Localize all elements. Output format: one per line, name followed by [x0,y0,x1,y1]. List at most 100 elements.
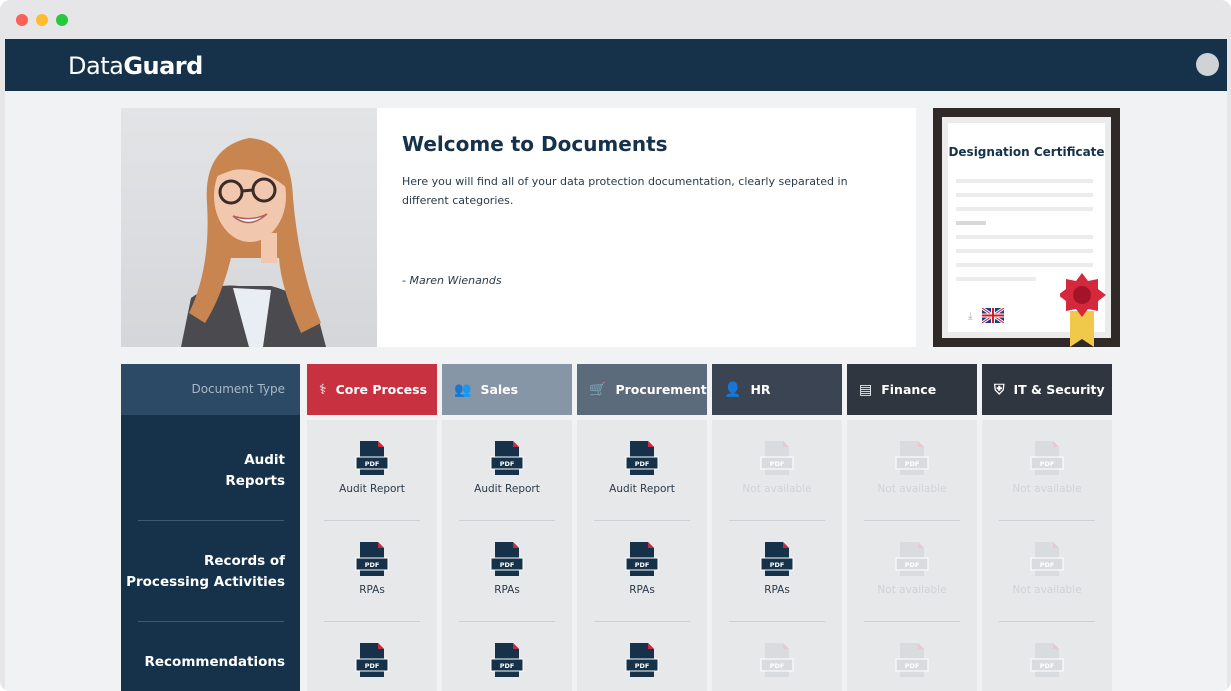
pdf-file-icon[interactable]: PDF [622,439,662,479]
seal-ribbon-icon [1060,273,1106,347]
document-cell[interactable]: PDF RPAs [307,521,437,622]
user-avatar[interactable] [1196,53,1219,76]
pdf-file-icon[interactable]: PDF [757,540,797,580]
pdf-file-icon[interactable]: PDF [352,540,392,580]
pdf-file-icon[interactable]: PDF [487,540,527,580]
browser-window: DataGuard Welcome to Documents Here you … [0,0,1231,691]
document-cell: PDF Not available [982,521,1112,622]
row-label-line: Processing Activities [126,574,285,590]
close-window-button[interactable] [16,14,28,26]
row-label-line: Reports [225,473,285,489]
svg-text:PDF: PDF [1040,662,1055,670]
svg-text:PDF: PDF [365,561,380,569]
finance-icon: ▤ [859,381,873,398]
document-cell[interactable]: PDF RPAs [577,521,707,622]
certificate-line [956,235,1093,239]
svg-text:PDF: PDF [770,662,785,670]
pdf-file-icon[interactable]: PDF [622,641,662,681]
category-label: Sales [480,382,519,397]
stethoscope-icon: ⚕ [319,381,327,398]
category-label: IT & Security [1013,382,1105,397]
certificate-line [956,263,1093,267]
svg-text:PDF: PDF [365,662,380,670]
svg-text:PDF: PDF [500,561,515,569]
document-label: RPAs [494,584,520,596]
document-cell: PDF [847,622,977,691]
row-label-recommendations: Recommendations [125,652,285,673]
document-cell[interactable]: PDF Audit Report [577,420,707,521]
document-type-header: Document Type [121,364,300,415]
designation-certificate[interactable]: Designation Certificate ⤓ [933,108,1120,347]
row-label-line: Records of [203,553,285,569]
tab-sales[interactable]: 👥 Sales [442,364,572,415]
tab-procurement[interactable]: 🛒 Procurement [577,364,707,415]
document-cell[interactable]: PDF [577,622,707,691]
pdf-file-icon: PDF [757,439,797,479]
row-divider [138,520,284,521]
svg-text:PDF: PDF [1040,561,1055,569]
tab-finance[interactable]: ▤ Finance [847,364,977,415]
certificate-line [956,207,1093,211]
tab-core-process[interactable]: ⚕ Core Process [307,364,437,415]
category-column-procurement: 🛒 Procurement PDF Audit Report PDF RPAs P… [577,364,707,691]
main-content: Welcome to Documents Here you will find … [5,91,1227,691]
pdf-file-icon[interactable]: PDF [622,540,662,580]
pdf-file-icon: PDF [1027,641,1067,681]
document-cell: PDF Not available [712,420,842,521]
pdf-file-icon[interactable]: PDF [487,641,527,681]
category-documents: PDF Audit Report PDF RPAs PDF [442,420,572,691]
title-bar [0,0,1231,39]
document-label: Not available [1012,483,1082,495]
document-cell[interactable]: PDF Audit Report [307,420,437,521]
pdf-file-icon[interactable]: PDF [352,641,392,681]
category-documents: PDF Not available PDF Not available PDF [847,420,977,691]
svg-text:PDF: PDF [635,561,650,569]
logo-bold-text: Guard [123,52,203,80]
row-label-line: Recommendations [144,654,285,670]
document-label: Not available [877,483,947,495]
document-cell: PDF [982,622,1112,691]
certificate-line [956,249,1093,253]
document-label: Not available [877,584,947,596]
category-label: Core Process [335,382,428,397]
tab-hr[interactable]: 👤 HR [712,364,842,415]
document-label: Audit Report [339,483,405,495]
portrait-photo [121,108,377,347]
document-cell[interactable]: PDF [442,622,572,691]
pdf-file-icon[interactable]: PDF [352,439,392,479]
document-cell[interactable]: PDF RPAs [442,521,572,622]
svg-text:PDF: PDF [1040,460,1055,468]
people-icon: 👥 [454,381,472,398]
category-column-core-process: ⚕ Core Process PDF Audit Report PDF RPAs … [307,364,437,691]
document-cell[interactable]: PDF RPAs [712,521,842,622]
dataguard-logo[interactable]: DataGuard [68,52,203,80]
app-header: DataGuard [5,39,1227,91]
logo-light-text: Data [68,52,124,80]
row-label-audit-reports: Audit Reports [125,450,285,492]
users-icon: 👤 [724,381,742,398]
svg-text:PDF: PDF [905,460,920,468]
pdf-file-icon: PDF [892,641,932,681]
uk-flag-icon[interactable] [982,308,1004,323]
download-icon[interactable]: ⤓ [968,311,972,322]
svg-text:PDF: PDF [905,662,920,670]
tab-it-security[interactable]: ⛨ IT & Security [982,364,1112,415]
maximize-window-button[interactable] [56,14,68,26]
category-column-finance: ▤ Finance PDF Not available PDF Not avail… [847,364,977,691]
certificate-line [956,221,986,225]
category-documents: PDF Audit Report PDF RPAs PDF [307,420,437,691]
category-column-it-security: ⛨ IT & Security PDF Not available PDF Not… [982,364,1112,691]
minimize-window-button[interactable] [36,14,48,26]
pdf-file-icon: PDF [1027,439,1067,479]
svg-text:PDF: PDF [500,460,515,468]
row-label-records-of-processing: Records of Processing Activities [125,551,285,593]
category-label: HR [750,382,771,397]
document-cell: PDF Not available [982,420,1112,521]
certificate-title: Designation Certificate [948,145,1105,159]
row-label-line: Audit [244,452,285,468]
document-label: Audit Report [474,483,540,495]
document-cell[interactable]: PDF [307,622,437,691]
document-cell[interactable]: PDF Audit Report [442,420,572,521]
document-label: RPAs [764,584,790,596]
pdf-file-icon[interactable]: PDF [487,439,527,479]
